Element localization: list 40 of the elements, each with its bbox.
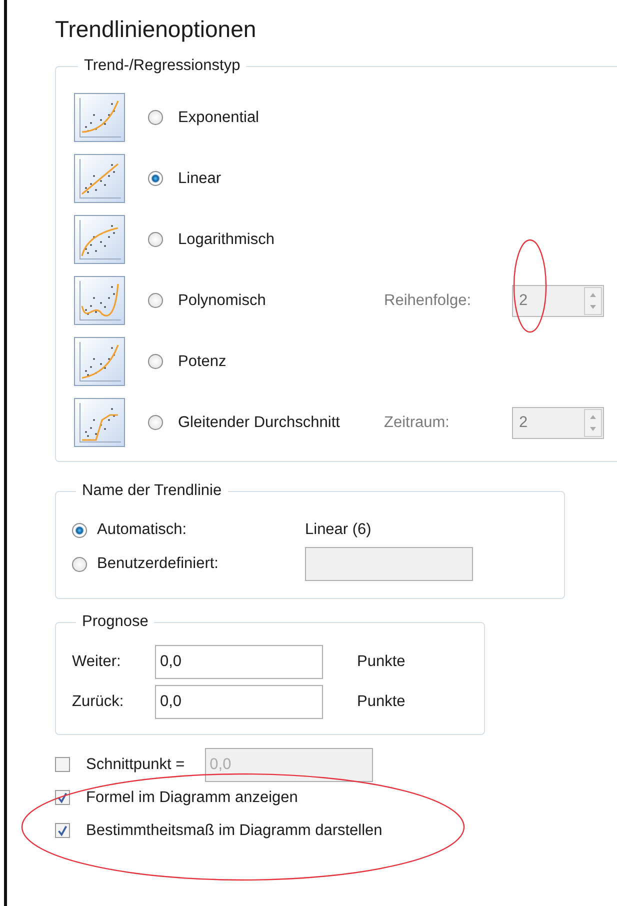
radio-button[interactable]	[72, 522, 87, 538]
parameter-label: Zeitraum:	[384, 414, 450, 432]
option-label: Formel im Diagramm anzeigen	[86, 788, 298, 806]
unit-label: Punkte	[357, 693, 406, 711]
trend-chart-icon[interactable]	[74, 336, 126, 386]
field-label: Zurück:	[72, 693, 125, 711]
group-title: Name der Trendlinie	[81, 482, 223, 500]
option-label: Linear	[178, 170, 222, 188]
option-label: Schnittpunkt =	[86, 756, 185, 774]
option-label: Potenz	[178, 352, 228, 370]
trend-chart-icon[interactable]	[74, 398, 126, 448]
option-label: Benutzerdefiniert:	[97, 555, 220, 573]
panel-title: Trendlinienoptionen	[54, 15, 258, 44]
option-label: Logarithmisch	[178, 230, 276, 248]
radio-button[interactable]	[148, 293, 163, 308]
trend-chart-icon[interactable]	[74, 92, 126, 142]
option-label: Exponential	[178, 108, 260, 126]
checkbox[interactable]	[55, 790, 70, 805]
group-title: Trend-/Regressionstyp	[83, 57, 242, 75]
option-label: Automatisch:	[97, 521, 188, 539]
group-title: Prognose	[81, 613, 150, 631]
radio-button[interactable]	[148, 232, 163, 247]
radio-button[interactable]	[148, 354, 163, 369]
trend-chart-icon[interactable]	[74, 276, 126, 326]
unit-label: Punkte	[357, 653, 406, 671]
checkbox[interactable]	[55, 823, 70, 838]
radio-button[interactable]	[148, 415, 163, 430]
trend-chart-icon[interactable]	[74, 214, 126, 264]
radio-button[interactable]	[148, 110, 163, 125]
parameter-label: Reihenfolge:	[384, 292, 472, 310]
option-label: Bestimmtheitsmaß im Diagramm darstellen	[86, 822, 382, 840]
input-field[interactable]: 0,0	[155, 685, 323, 719]
trendline-name: Linear (6)	[305, 521, 372, 539]
option-label: Polynomisch	[178, 292, 267, 310]
checkbox[interactable]	[55, 757, 70, 772]
input-field[interactable]: 0,0	[155, 645, 323, 679]
radio-button[interactable]	[148, 171, 163, 186]
field-label: Weiter:	[72, 653, 122, 671]
option-label: Gleitender Durchschnitt	[178, 414, 341, 432]
trend-chart-icon[interactable]	[74, 154, 126, 204]
